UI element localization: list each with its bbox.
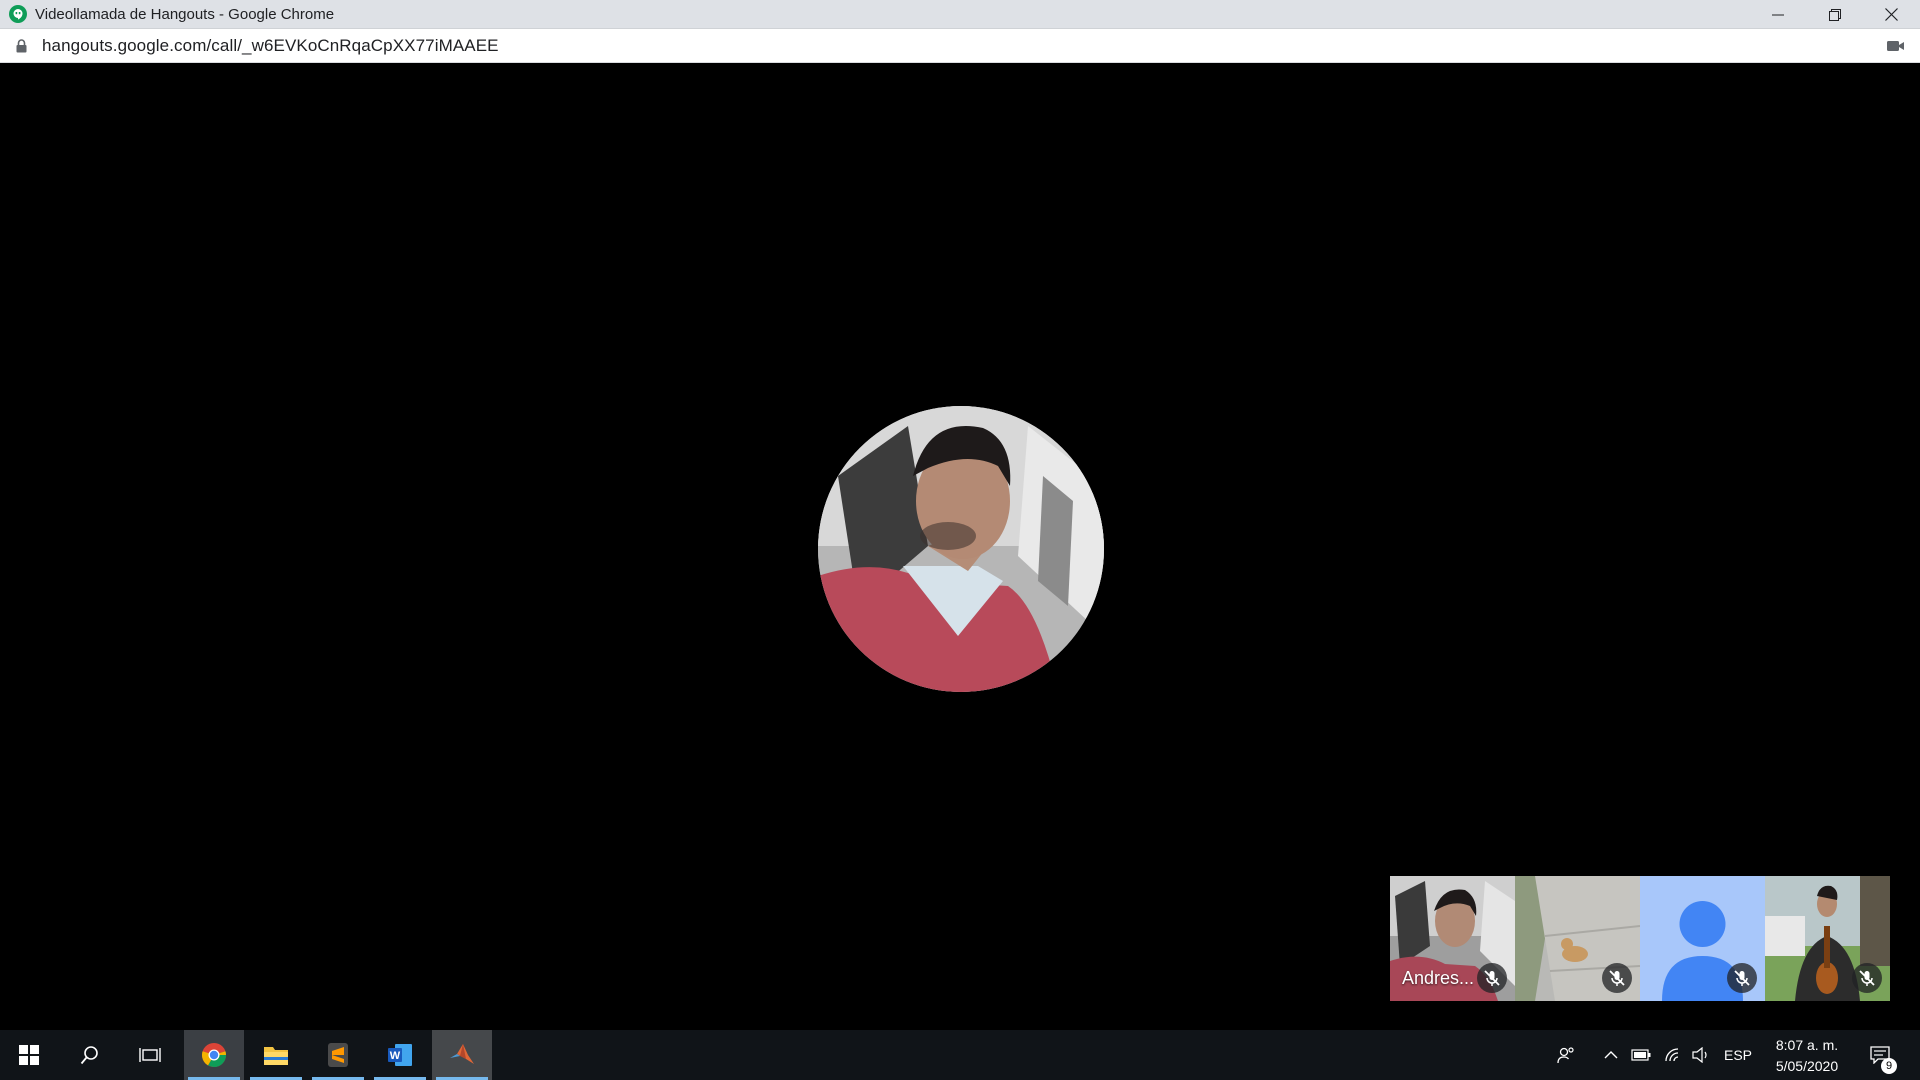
address-bar[interactable]: hangouts.google.com/call/_w6EVKoCnRqaCpX… (0, 29, 1920, 63)
taskbar-app-file-explorer[interactable] (246, 1030, 306, 1080)
task-view-button[interactable] (120, 1030, 180, 1080)
show-hidden-icons-button[interactable] (1600, 1030, 1622, 1080)
lock-icon[interactable] (14, 38, 28, 54)
window-title: Videollamada de Hangouts - Google Chrome (35, 5, 335, 23)
participant-tile[interactable]: Andres... (1390, 876, 1515, 1001)
taskbar-app-chrome[interactable] (184, 1030, 244, 1080)
minimize-icon (1771, 14, 1784, 15)
battery-indicator[interactable] (1628, 1030, 1654, 1080)
taskbar: W ESP 8:07 a. m. 5/05/2020 9 (0, 1030, 1920, 1080)
word-icon: W (388, 1044, 412, 1066)
taskbar-app-matlab[interactable] (432, 1030, 492, 1080)
participant-name: Andres... (1402, 968, 1475, 988)
chevron-up-icon (1604, 1051, 1618, 1059)
people-button[interactable] (1552, 1030, 1580, 1080)
speaker-icon (1692, 1047, 1707, 1063)
svg-text:W: W (390, 1050, 401, 1062)
restore-button[interactable] (1806, 0, 1863, 29)
hangouts-icon (9, 5, 27, 23)
participant-tile[interactable] (1640, 876, 1765, 1001)
clock-time: 8:07 a. m. (1775, 1037, 1839, 1053)
mic-muted-icon (1727, 963, 1757, 993)
taskbar-app-word[interactable]: W (370, 1030, 430, 1080)
mic-muted-icon (1602, 963, 1632, 993)
active-speaker-avatar (818, 406, 1104, 692)
people-icon (1557, 1047, 1574, 1064)
taskbar-app-sublime-text[interactable] (308, 1030, 368, 1080)
clock-date: 5/05/2020 (1775, 1058, 1839, 1074)
window-titlebar: Videollamada de Hangouts - Google Chrome (0, 0, 1920, 29)
close-icon (1885, 8, 1898, 21)
search-icon (80, 1046, 98, 1065)
windows-logo-icon (19, 1045, 39, 1065)
minimize-button[interactable] (1749, 0, 1806, 29)
battery-icon (1631, 1049, 1651, 1061)
action-center-button[interactable]: 9 (1858, 1030, 1902, 1080)
call-stage[interactable]: Andres... (0, 63, 1920, 1030)
search-button[interactable] (60, 1030, 120, 1080)
url-text[interactable]: hangouts.google.com/call/_w6EVKoCnRqaCpX… (42, 36, 499, 56)
participant-tile[interactable] (1515, 876, 1640, 1001)
matlab-icon (450, 1044, 474, 1064)
sublime-text-icon (328, 1043, 348, 1067)
close-window-button[interactable] (1863, 0, 1920, 29)
participant-filmstrip: Andres... (1390, 876, 1890, 1001)
task-view-icon (139, 1048, 161, 1062)
participant-tile[interactable] (1765, 876, 1890, 1001)
chrome-icon (201, 1043, 227, 1068)
input-language-indicator[interactable]: ESP (1720, 1030, 1756, 1080)
clock[interactable]: 8:07 a. m. 5/05/2020 (1762, 1034, 1852, 1078)
wifi-icon (1665, 1048, 1679, 1062)
restore-icon (1828, 8, 1841, 21)
camera-in-use-icon[interactable] (1886, 38, 1906, 54)
start-button[interactable] (0, 1030, 58, 1080)
mic-muted-icon (1852, 963, 1882, 993)
volume-button[interactable] (1688, 1030, 1714, 1080)
folder-icon (264, 1047, 288, 1065)
mic-muted-icon (1477, 963, 1507, 993)
network-indicator[interactable] (1660, 1030, 1686, 1080)
notification-count-badge: 9 (1881, 1058, 1897, 1074)
window-controls (1749, 0, 1920, 29)
